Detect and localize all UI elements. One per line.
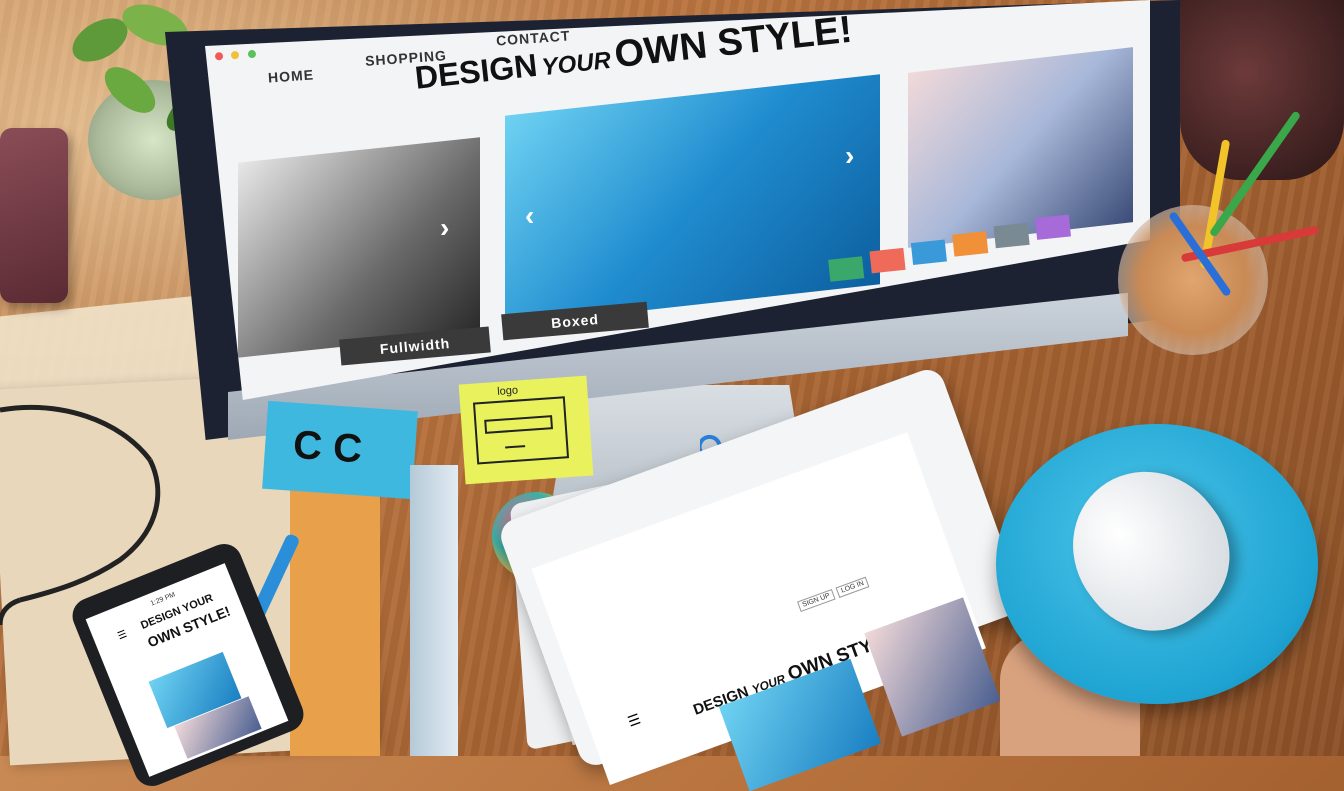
wireframe-sketch-icon	[472, 396, 570, 465]
hero-your: YOUR	[540, 46, 613, 82]
leather-wallet	[0, 128, 68, 303]
team-photo-grayscale	[238, 137, 480, 358]
prev-arrow-icon[interactable]: ‹	[525, 200, 534, 232]
next-arrow-icon[interactable]: ›	[845, 140, 854, 172]
vase	[1180, 0, 1344, 180]
next-arrow-icon[interactable]: ›	[440, 212, 449, 244]
minimize-dot[interactable]	[231, 50, 240, 60]
meeting-photo	[908, 47, 1133, 248]
swatch-gray[interactable]	[993, 222, 1030, 249]
ruler	[410, 465, 458, 756]
swatch-green[interactable]	[828, 256, 865, 282]
swatch-blue[interactable]	[910, 239, 947, 265]
team-photo-blue	[505, 74, 880, 326]
swatch-orange[interactable]	[952, 231, 989, 257]
sticky-note-blue: C C	[262, 400, 418, 500]
sticky-note-blue-text: C C	[291, 422, 364, 472]
sticky-note-yellow-text: logo	[496, 384, 519, 398]
maximize-dot[interactable]	[247, 49, 257, 59]
nav-home[interactable]: HOME	[267, 66, 314, 85]
close-dot[interactable]	[214, 52, 224, 61]
sticky-note-yellow: logo	[458, 375, 594, 485]
window-controls	[214, 44, 260, 65]
swatch-red[interactable]	[869, 247, 906, 274]
swatch-purple[interactable]	[1034, 214, 1072, 240]
pencil-cup	[1118, 205, 1268, 355]
